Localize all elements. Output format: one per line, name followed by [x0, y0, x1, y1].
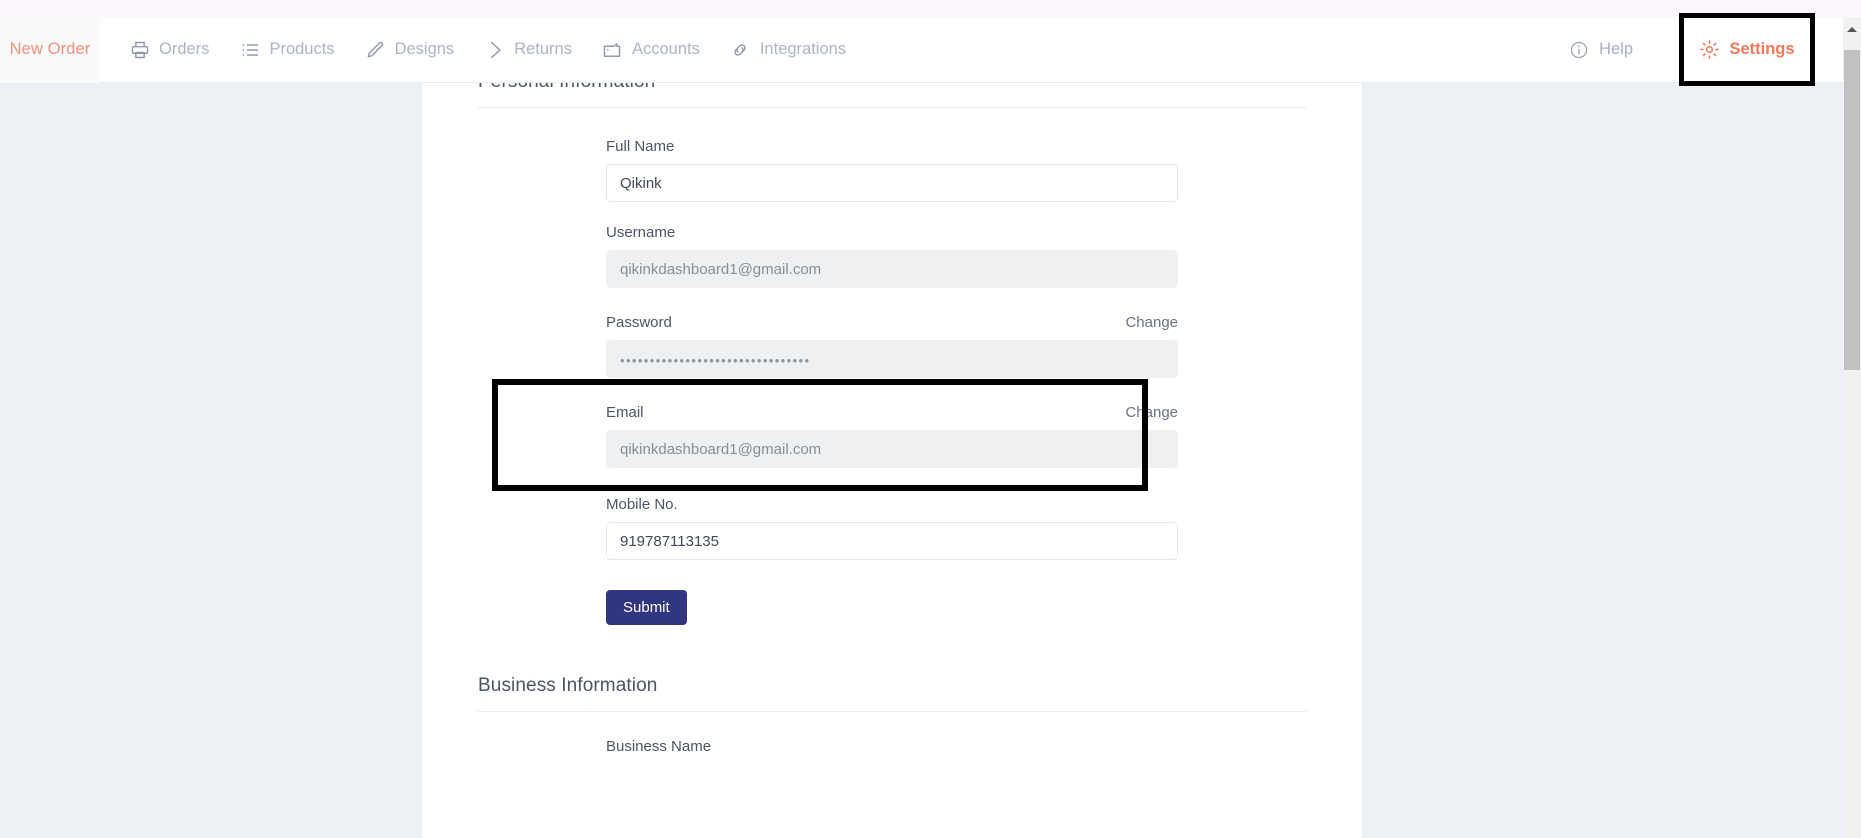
password-input: ••••••••••••••••••••••••••••••••	[606, 340, 1178, 378]
nav-item-integrations-label: Integrations	[759, 40, 847, 58]
primary-navigation: Orders Products Designs Returns Accounts…	[100, 17, 861, 83]
help-button[interactable]: Help	[1546, 17, 1655, 83]
username-input: qikinkdashboard1@gmail.com	[606, 250, 1178, 288]
business-name-label: Business Name	[606, 738, 712, 755]
settings-nav-wrapper: Settings	[1679, 13, 1815, 86]
nav-item-orders-label: Orders	[159, 40, 210, 58]
help-label: Help	[1599, 40, 1633, 58]
submit-row: Submit	[606, 590, 1178, 625]
business-name-field-group: Business Name	[606, 738, 1178, 755]
mobile-label: Mobile No.	[606, 496, 678, 513]
password-change-link[interactable]: Change	[1125, 314, 1178, 331]
full-name-label: Full Name	[606, 138, 675, 155]
info-circle-icon	[1568, 39, 1589, 60]
new-order-label: New Order	[9, 40, 91, 58]
password-field-group: Password Change ••••••••••••••••••••••••…	[606, 314, 1178, 378]
personal-information-form: Full Name Qikink Username qikinkdashboar…	[478, 138, 1306, 625]
link-icon	[730, 39, 751, 60]
page-scrollbar[interactable]	[1843, 0, 1861, 838]
username-label: Username	[606, 224, 676, 241]
nav-item-orders[interactable]: Orders	[114, 17, 224, 83]
gear-icon	[1699, 39, 1720, 60]
password-head: Password Change	[606, 314, 1178, 331]
full-name-head: Full Name	[606, 138, 1178, 155]
personal-information-heading: Personal Information	[478, 83, 1306, 107]
scroll-up-arrow-icon[interactable]	[1843, 20, 1861, 38]
section-divider	[478, 107, 1306, 108]
email-head: Email Change	[606, 404, 1178, 421]
password-masked-value: ••••••••••••••••••••••••••••••••	[620, 352, 811, 368]
username-head: Username	[606, 224, 1178, 241]
list-icon	[239, 39, 260, 60]
scrollbar-top-tint	[1843, 0, 1861, 17]
full-name-field-group: Full Name Qikink	[606, 138, 1178, 202]
header-actions: Help Settings	[1546, 13, 1843, 86]
nav-item-returns-label: Returns	[514, 40, 572, 58]
full-name-input[interactable]: Qikink	[606, 164, 1178, 202]
nav-item-products-label: Products	[269, 40, 335, 58]
printer-icon	[129, 39, 150, 60]
email-field-group: Email Change qikinkdashboard1@gmail.com	[606, 404, 1178, 468]
wallet-icon	[602, 39, 623, 60]
browser-top-strip	[0, 0, 1843, 17]
business-name-head: Business Name	[606, 738, 1178, 755]
nav-item-designs[interactable]: Designs	[350, 17, 470, 83]
username-field-group: Username qikinkdashboard1@gmail.com	[606, 224, 1178, 288]
mobile-head: Mobile No.	[606, 496, 1178, 513]
submit-button[interactable]: Submit	[606, 590, 687, 625]
nav-item-returns[interactable]: Returns	[469, 17, 587, 83]
settings-label: Settings	[1729, 40, 1795, 58]
nav-item-designs-label: Designs	[394, 40, 455, 58]
settings-card: Personal Information Full Name Qikink Us…	[422, 83, 1362, 838]
nav-item-accounts-label: Accounts	[631, 40, 700, 58]
scrollbar-thumb[interactable]	[1844, 50, 1860, 370]
page-body: Personal Information Full Name Qikink Us…	[0, 83, 1843, 838]
business-information-form: Business Name	[478, 738, 1306, 755]
email-label: Email	[606, 404, 644, 421]
mobile-input[interactable]: 919787113135	[606, 522, 1178, 560]
business-information-heading: Business Information	[478, 675, 658, 696]
nav-item-products[interactable]: Products	[224, 17, 349, 83]
mobile-field-group: Mobile No. 919787113135	[606, 496, 1178, 560]
chevron-right-icon	[484, 39, 505, 60]
email-change-link[interactable]: Change	[1125, 404, 1178, 421]
settings-nav-item[interactable]: Settings	[1679, 13, 1815, 86]
email-input: qikinkdashboard1@gmail.com	[606, 430, 1178, 468]
nav-item-accounts[interactable]: Accounts	[587, 17, 715, 83]
business-section-divider	[478, 711, 1306, 712]
pencil-icon	[365, 39, 386, 60]
password-label: Password	[606, 314, 672, 331]
nav-item-integrations[interactable]: Integrations	[715, 17, 861, 83]
app-header: New Order Orders Products Designs Return…	[0, 13, 1843, 86]
new-order-button[interactable]: New Order	[0, 16, 100, 83]
